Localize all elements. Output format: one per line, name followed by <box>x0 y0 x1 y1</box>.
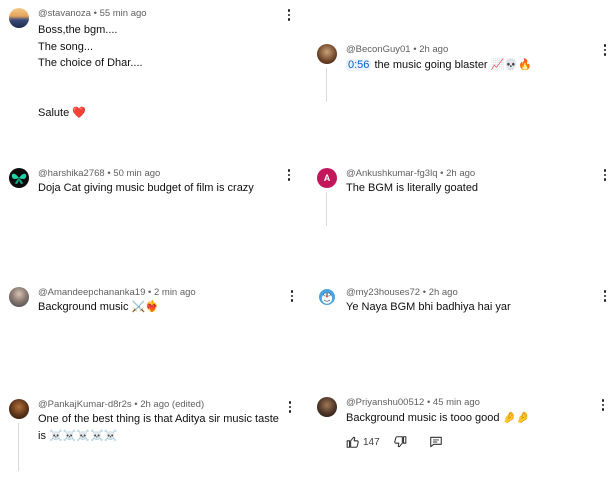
thread-line <box>18 423 19 471</box>
comment-text: Boss,the bgm.... The song... The choice … <box>38 22 143 121</box>
comment-author[interactable]: @Priyanshu00512 <box>346 397 424 408</box>
dislike-icon <box>393 436 407 448</box>
comment-time[interactable]: 2h ago <box>446 168 475 179</box>
avatar[interactable]: A <box>317 168 337 188</box>
thread-line <box>326 192 327 226</box>
comment-text: Ye Naya BGM bhi badhiya hai yar <box>346 299 511 316</box>
comment-text: One of the best thing is that Aditya sir… <box>38 411 279 444</box>
comment-time[interactable]: 2h ago <box>429 287 458 298</box>
more-vert-icon[interactable] <box>285 400 295 414</box>
more-vert-icon[interactable] <box>600 168 610 182</box>
comment-author[interactable]: @Ankushkumar-fg3lq <box>346 168 438 179</box>
emoji: ⚔️❤️‍🔥 <box>131 300 159 313</box>
comment-text-content: Background music <box>38 301 129 313</box>
comment-author[interactable]: @BeconGuy01 <box>346 44 411 55</box>
comment-line <box>38 72 143 89</box>
comment-text: The BGM is literally goated <box>346 180 478 197</box>
comment-meta: @BeconGuy01 • 2h ago <box>346 44 448 55</box>
comment-meta: @harshika2768 • 50 min ago <box>38 168 160 179</box>
comment-text-content: Ye Naya BGM bhi badhiya hai yar <box>346 301 511 313</box>
comment-actions: 147 <box>346 435 443 449</box>
comment-text: Background music ⚔️❤️‍🔥 <box>38 299 159 316</box>
dislike-button[interactable] <box>393 435 407 449</box>
avatar[interactable] <box>317 44 337 64</box>
meta-separator: • <box>424 397 433 408</box>
emoji: ❤️ <box>72 105 86 119</box>
more-vert-icon[interactable] <box>598 398 608 412</box>
reply-button[interactable] <box>429 435 443 449</box>
meta-separator: • <box>145 287 154 298</box>
comment-time[interactable]: 2 min ago <box>154 287 196 298</box>
more-vert-icon[interactable] <box>287 289 297 303</box>
comment-meta: @PankajKumar-d8r2s • 2h ago (edited) <box>38 399 204 410</box>
comment-text-content: The BGM is literally goated <box>346 182 479 194</box>
comment-author[interactable]: @stavanoza <box>38 8 91 19</box>
cartoon-avatar-icon <box>319 289 335 305</box>
more-vert-icon[interactable] <box>600 289 610 303</box>
comment-author[interactable]: @my23houses72 <box>346 287 420 298</box>
emoji: ☠️☠️☠️☠️☠️ <box>49 428 118 442</box>
meta-separator: • <box>437 168 447 179</box>
comment-line: Boss,the bgm.... <box>38 24 118 36</box>
comment-line: The song... <box>38 40 94 53</box>
meta-separator: • <box>420 287 429 298</box>
comment-author[interactable]: @Amandeepchananka19 <box>38 287 145 298</box>
like-count: 147 <box>363 436 380 448</box>
comment-time[interactable]: 45 min ago <box>433 397 480 408</box>
comment-text-content: Background music is tooo good <box>346 412 500 424</box>
more-vert-icon[interactable] <box>284 168 294 182</box>
more-vert-icon[interactable] <box>284 8 294 22</box>
avatar[interactable] <box>317 287 337 307</box>
meta-separator: • <box>90 8 100 19</box>
comment-line: Salute ❤️ <box>38 105 86 119</box>
comment-line: The choice of Dhar.... <box>38 57 143 69</box>
like-icon <box>346 436 359 448</box>
comment-time[interactable]: 2h ago (edited) <box>140 399 204 410</box>
butterfly-icon <box>11 173 27 184</box>
reply-icon <box>429 436 442 448</box>
timestamp-link[interactable]: 0:56 <box>346 59 372 71</box>
comment-line: One of the best thing is that Aditya sir… <box>38 413 279 425</box>
emoji: 📈💀🔥 <box>490 58 532 71</box>
comment-text: Doja Cat giving music budget of film is … <box>38 180 254 197</box>
more-vert-icon[interactable] <box>600 43 610 57</box>
like-button[interactable]: 147 <box>346 435 380 449</box>
comment-meta: @Ankushkumar-fg3lq • 2h ago <box>346 168 475 179</box>
comment-author[interactable]: @harshika2768 <box>38 168 105 179</box>
meta-separator: • <box>104 168 114 179</box>
meta-separator: • <box>131 399 141 410</box>
comment-text: Background music is tooo good 🤌🤌 <box>346 410 530 427</box>
comment-meta: @stavanoza • 55 min ago <box>38 8 147 19</box>
comment-text: 0:56 the music going blaster 📈💀🔥 <box>346 57 532 74</box>
thread-line <box>326 68 327 102</box>
comment-time[interactable]: 50 min ago <box>113 168 160 179</box>
comment-line: is ☠️☠️☠️☠️☠️ <box>38 428 118 442</box>
avatar[interactable] <box>9 168 29 188</box>
avatar[interactable] <box>9 8 29 28</box>
comment-meta: @Amandeepchananka19 • 2 min ago <box>38 287 196 298</box>
comment-text-content: Doja Cat giving music budget of film is … <box>38 182 254 194</box>
comment-line <box>38 88 143 105</box>
comment-time[interactable]: 2h ago <box>419 44 448 55</box>
comment-meta: @my23houses72 • 2h ago <box>346 287 458 298</box>
comment-author[interactable]: @PankajKumar-d8r2s <box>38 399 132 410</box>
avatar[interactable] <box>9 287 29 307</box>
avatar[interactable] <box>317 397 337 417</box>
avatar[interactable] <box>9 399 29 419</box>
comment-meta: @Priyanshu00512 • 45 min ago <box>346 397 480 408</box>
meta-separator: • <box>410 44 420 55</box>
emoji: 🤌🤌 <box>502 411 530 424</box>
comment-time[interactable]: 55 min ago <box>100 8 147 19</box>
comment-text-content: the music going blaster <box>374 59 488 71</box>
